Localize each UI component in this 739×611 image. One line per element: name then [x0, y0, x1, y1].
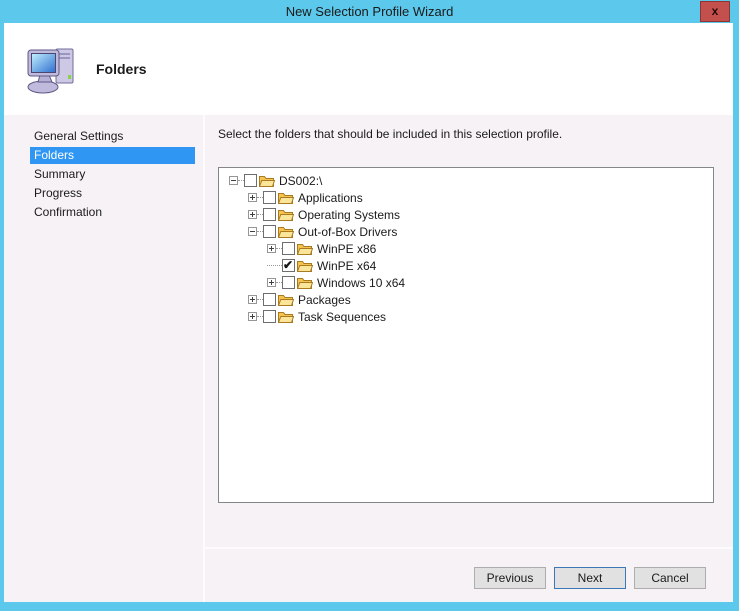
tree-node-label: Windows 10 x64: [317, 276, 405, 290]
tree-node-task-sequences[interactable]: Task Sequences: [219, 308, 713, 325]
checkbox-unchecked[interactable]: [244, 174, 257, 187]
previous-button[interactable]: Previous: [474, 567, 546, 589]
wizard-header: Folders: [4, 23, 733, 115]
window-title: New Selection Profile Wizard: [0, 0, 739, 23]
collapse-minus-icon[interactable]: [248, 227, 257, 236]
tree-indent: [219, 214, 248, 215]
sidebar-item-summary[interactable]: Summary: [30, 166, 195, 183]
wizard-body: General Settings Folders Summary Progress Co…: [4, 115, 733, 602]
expand-plus-icon[interactable]: [248, 193, 257, 202]
sidebar-item-folders[interactable]: Folders: [30, 147, 195, 164]
tree-node-label: WinPE x64: [317, 259, 376, 273]
tree-node-label: WinPE x86: [317, 242, 376, 256]
folder-tree-panel[interactable]: DS002:\ Applications Operating Systems Out-…: [218, 167, 714, 503]
tree-indent: [219, 316, 248, 317]
expand-plus-icon[interactable]: [248, 210, 257, 219]
checkbox-unchecked[interactable]: [263, 191, 276, 204]
tree-node-label: Packages: [298, 293, 351, 307]
sidebar-item-general-settings[interactable]: General Settings: [30, 128, 195, 145]
tree-connector: [267, 265, 282, 266]
tree-indent: [219, 299, 248, 300]
tree-indent: [219, 282, 267, 283]
folder-icon: [278, 293, 294, 306]
tree-node-windows-10-x64[interactable]: Windows 10 x64: [219, 274, 713, 291]
sidebar: General Settings Folders Summary Progress Co…: [4, 115, 203, 602]
checkbox-unchecked[interactable]: [263, 225, 276, 238]
page-title: Folders: [96, 61, 147, 77]
tree-indent: [219, 248, 267, 249]
next-button[interactable]: Next: [554, 567, 626, 589]
tree-node-out-of-box-drivers[interactable]: Out-of-Box Drivers: [219, 223, 713, 240]
tree-indent: [219, 180, 229, 181]
checkbox-unchecked[interactable]: [263, 310, 276, 323]
tree-node-label: Task Sequences: [298, 310, 386, 324]
checkbox-checked[interactable]: [282, 259, 295, 272]
expand-plus-icon[interactable]: [248, 312, 257, 321]
checkbox-unchecked[interactable]: [282, 242, 295, 255]
computer-icon: [26, 43, 80, 95]
checkbox-unchecked[interactable]: [263, 293, 276, 306]
folder-icon: [297, 276, 313, 289]
expand-plus-icon[interactable]: [267, 244, 276, 253]
tree-node-label: Out-of-Box Drivers: [298, 225, 397, 239]
expand-plus-icon[interactable]: [267, 278, 276, 287]
tree-node-applications[interactable]: Applications: [219, 189, 713, 206]
tree-indent: [219, 197, 248, 198]
tree-node-winpe-x64[interactable]: WinPE x64: [219, 257, 713, 274]
tree-indent: [219, 231, 248, 232]
folder-icon: [278, 208, 294, 221]
titlebar[interactable]: New Selection Profile Wizard x: [0, 0, 739, 23]
folder-icon: [278, 310, 294, 323]
wizard-window: New Selection Profile Wizard x Folders: [0, 0, 739, 611]
folder-icon: [297, 242, 313, 255]
close-icon: x: [712, 4, 719, 18]
tree-indent: [219, 265, 267, 266]
folder-icon: [278, 225, 294, 238]
tree-node-operating-systems[interactable]: Operating Systems: [219, 206, 713, 223]
folder-icon: [259, 174, 275, 187]
checkbox-unchecked[interactable]: [282, 276, 295, 289]
folder-icon: [297, 259, 313, 272]
tree-node-label: Operating Systems: [298, 208, 400, 222]
tree-node-label: DS002:\: [279, 174, 322, 188]
footer-divider: [205, 547, 733, 549]
tree-node-ds002[interactable]: DS002:\: [219, 172, 713, 189]
checkbox-unchecked[interactable]: [263, 208, 276, 221]
tree-node-label: Applications: [298, 191, 363, 205]
folder-tree: DS002:\ Applications Operating Systems Out-…: [219, 168, 713, 325]
close-button[interactable]: x: [700, 1, 730, 22]
expand-plus-icon[interactable]: [248, 295, 257, 304]
tree-node-packages[interactable]: Packages: [219, 291, 713, 308]
cancel-button[interactable]: Cancel: [634, 567, 706, 589]
tree-node-winpe-x86[interactable]: WinPE x86: [219, 240, 713, 257]
sidebar-divider: [203, 115, 205, 602]
sidebar-item-confirmation[interactable]: Confirmation: [30, 204, 195, 221]
instruction-text: Select the folders that should be includ…: [218, 127, 562, 141]
collapse-minus-icon[interactable]: [229, 176, 238, 185]
folder-icon: [278, 191, 294, 204]
sidebar-item-progress[interactable]: Progress: [30, 185, 195, 202]
